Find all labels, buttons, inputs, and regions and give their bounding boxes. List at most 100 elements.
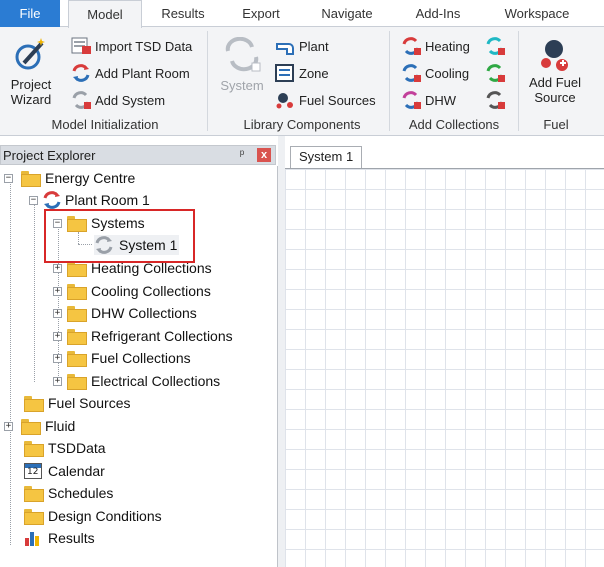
collapse-icon[interactable]: − <box>4 173 13 183</box>
heating-label: Heating <box>425 38 470 54</box>
tab-file[interactable]: File <box>0 0 60 27</box>
add-system-button[interactable]: Add System <box>70 89 165 111</box>
system-library-label: System <box>220 78 264 93</box>
tree-node-tsddata[interactable]: TSDData <box>24 438 106 458</box>
add-fuel-source-icon <box>541 40 568 71</box>
ribbon-separator <box>518 31 519 131</box>
project-wizard-button[interactable]: Project Wizard <box>4 37 58 107</box>
library-components-group-label: Library Components <box>243 117 361 132</box>
tab-navigate[interactable]: Navigate <box>308 0 386 27</box>
tree-label: Fluid <box>45 418 76 434</box>
add-electrical-collection-button[interactable] <box>484 89 509 111</box>
expand-icon[interactable]: + <box>53 308 62 318</box>
fuel-sources-label: Fuel Sources <box>299 92 376 108</box>
system-library-button[interactable]: System <box>216 37 268 93</box>
bar-chart-icon <box>24 530 42 546</box>
tree-node-energy-centre[interactable]: − Energy Centre <box>4 168 135 188</box>
expand-icon[interactable]: + <box>53 376 62 386</box>
expand-icon[interactable]: + <box>53 331 62 341</box>
add-fuel-source-button[interactable]: Add Fuel Source <box>522 37 588 105</box>
close-icon[interactable]: x <box>257 148 271 162</box>
tree-node-results[interactable]: Results <box>24 528 95 548</box>
add-dhw-collection-button[interactable]: DHW <box>400 89 456 111</box>
import-tsd-data-button[interactable]: Import TSD Data <box>70 35 192 57</box>
folder-icon <box>24 441 44 457</box>
import-data-icon <box>70 36 92 56</box>
add-refrigerant-collection-button[interactable] <box>484 35 509 57</box>
dhw-collection-icon <box>400 90 422 110</box>
zone-library-button[interactable]: Zone <box>274 62 329 84</box>
cooling-label: Cooling <box>425 65 470 81</box>
tree-label: Schedules <box>48 485 114 501</box>
expand-icon[interactable]: + <box>53 286 62 296</box>
add-heating-collection-button[interactable]: Heating <box>400 35 470 57</box>
document-tab-system-1[interactable]: System 1 <box>290 146 363 168</box>
tree-node-fuel-collections[interactable]: + Fuel Collections <box>53 348 191 368</box>
expand-icon[interactable]: + <box>53 263 62 273</box>
system-add-icon <box>70 90 92 110</box>
panel-splitter[interactable] <box>278 136 285 567</box>
calendar-day: 12 <box>27 467 39 477</box>
add-cooling-collection-button[interactable]: Cooling <box>400 62 469 84</box>
tree-connector <box>10 178 11 545</box>
tree-label: Refrigerant Collections <box>91 328 233 344</box>
tree-label: Design Conditions <box>48 508 162 524</box>
tree-node-fluid[interactable]: + Fluid <box>4 416 75 436</box>
selection-highlight-box <box>44 209 195 263</box>
tab-export[interactable]: Export <box>230 0 292 27</box>
tab-workspace[interactable]: Workspace <box>490 0 584 27</box>
tree-label: DHW Collections <box>91 305 197 321</box>
tree-node-dhw-collections[interactable]: + DHW Collections <box>53 303 197 323</box>
fuel-source-icon <box>274 90 296 110</box>
tree-node-refrigerant-collections[interactable]: + Refrigerant Collections <box>53 326 233 346</box>
ribbon-separator <box>389 31 390 131</box>
tree-node-design-conditions[interactable]: Design Conditions <box>24 506 162 526</box>
fuel-sources-library-button[interactable]: Fuel Sources <box>274 89 376 111</box>
folder-icon <box>21 171 41 187</box>
plant-room-icon <box>42 190 62 210</box>
plant-library-button[interactable]: Plant <box>274 35 329 57</box>
folder-icon <box>67 306 87 322</box>
expand-icon[interactable]: + <box>53 353 62 363</box>
project-explorer-header: Project Explorer ᵖ x <box>0 145 276 165</box>
tree-label: TSDData <box>48 440 106 456</box>
cooling-collection-icon <box>400 63 422 83</box>
tree-label: Electrical Collections <box>91 373 221 389</box>
tree-node-electrical-collections[interactable]: + Electrical Collections <box>53 371 220 391</box>
folder-icon <box>67 351 87 367</box>
system-library-icon <box>225 37 261 72</box>
tab-results[interactable]: Results <box>150 0 216 27</box>
electrical-collection-icon <box>484 90 506 110</box>
tab-model[interactable]: Model <box>68 0 142 28</box>
tree-label: Plant Room 1 <box>65 192 150 208</box>
folder-icon <box>67 284 87 300</box>
folder-icon <box>67 329 87 345</box>
tree-node-schedules[interactable]: Schedules <box>24 483 113 503</box>
add-fuel-collection-button[interactable] <box>484 62 509 84</box>
folder-icon <box>67 374 87 390</box>
zone-icon <box>274 63 296 83</box>
tree-node-plant-room-1[interactable]: − Plant Room 1 <box>29 190 150 210</box>
add-system-label: Add System <box>95 92 166 108</box>
expand-icon[interactable]: + <box>4 421 13 431</box>
folder-icon <box>24 396 44 412</box>
fuel-collection-icon <box>484 63 506 83</box>
tab-add-ins[interactable]: Add-Ins <box>402 0 474 27</box>
collapse-icon[interactable]: − <box>29 195 38 205</box>
schematic-canvas[interactable] <box>285 168 604 567</box>
model-initialization-group-label: Model Initialization <box>51 117 159 132</box>
tree-label: Energy Centre <box>45 170 136 186</box>
zone-label: Zone <box>299 65 329 81</box>
folder-icon <box>21 419 41 435</box>
tree-connector <box>34 200 35 382</box>
pin-icon[interactable]: ᵖ <box>235 147 249 163</box>
add-plant-room-label: Add Plant Room <box>95 65 190 81</box>
add-fuel-source-label: Add Fuel Source <box>528 75 582 105</box>
tree-node-cooling-collections[interactable]: + Cooling Collections <box>53 281 211 301</box>
tree-node-calendar[interactable]: 12 Calendar <box>24 461 105 481</box>
add-plant-room-button[interactable]: Add Plant Room <box>70 62 190 84</box>
ribbon-panel: Project Wizard Import TSD Data Add Plant… <box>0 27 604 136</box>
refrigerant-collection-icon <box>484 36 506 56</box>
tree-node-fuel-sources[interactable]: Fuel Sources <box>24 393 130 413</box>
tree-label: Fuel Collections <box>91 350 191 366</box>
